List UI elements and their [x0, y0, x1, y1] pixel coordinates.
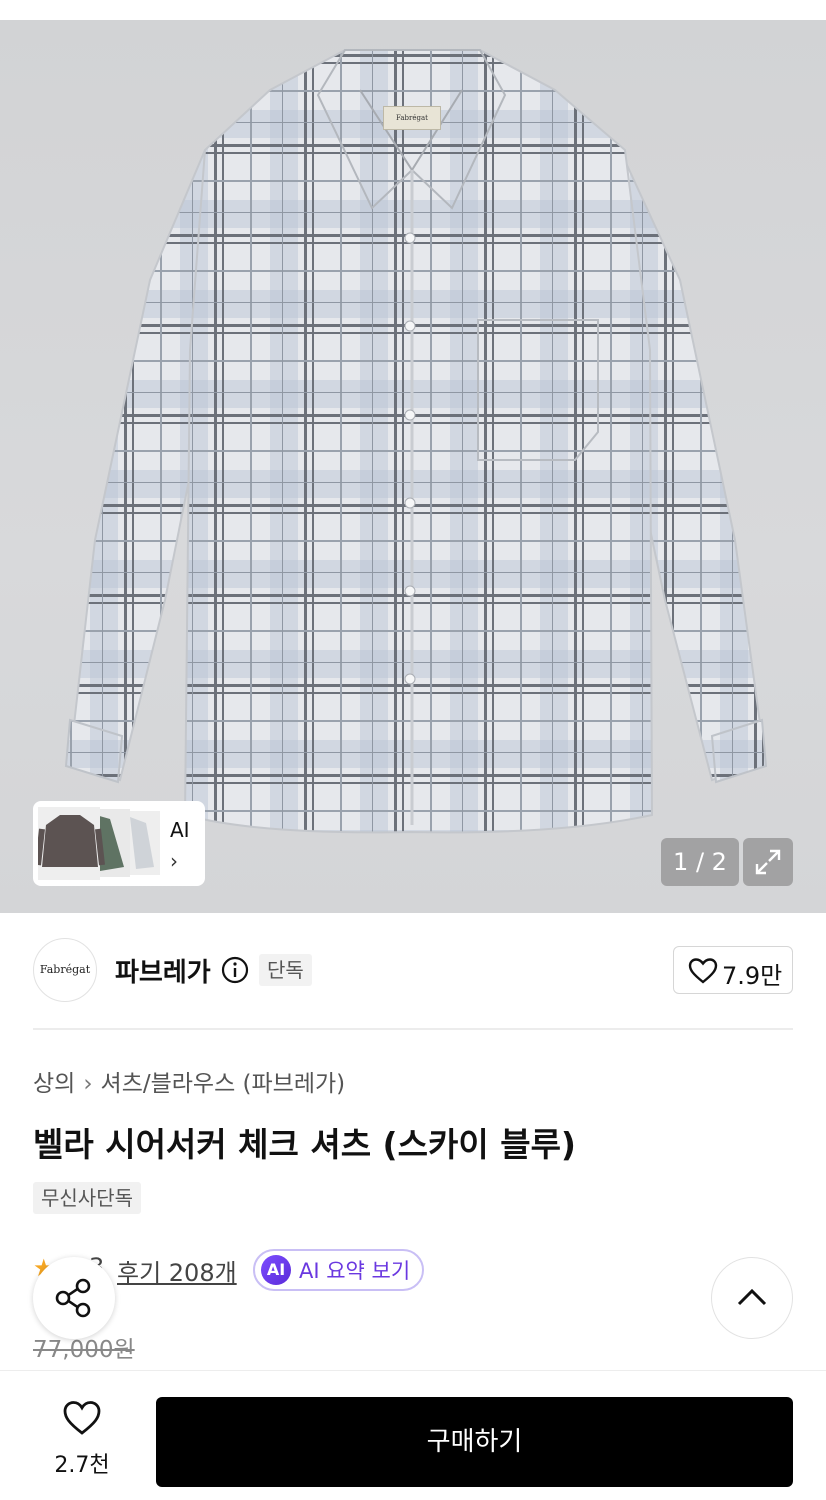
chevron-right-icon: ›: [170, 849, 178, 873]
ai-similar-products-card[interactable]: AI ›: [33, 801, 205, 886]
breadcrumb: 상의 › 셔츠/블라우스 (파브레가): [33, 1064, 345, 1098]
product-like-count: 2.7천: [54, 1453, 110, 1478]
breadcrumb-item-top[interactable]: 상의: [33, 1071, 75, 1097]
expand-icon: [755, 849, 781, 875]
breadcrumb-separator-icon: ›: [83, 1071, 93, 1097]
bottom-action-bar: 2.7천 구매하기: [0, 1370, 826, 1500]
brand-like-count: 7.9만: [722, 962, 783, 990]
brand-like-button[interactable]: 7.9만: [673, 946, 793, 994]
heart-icon: [63, 1401, 101, 1435]
ai-label: AI: [170, 818, 190, 842]
similar-product-thumbnails: [38, 807, 160, 880]
buy-button[interactable]: 구매하기: [156, 1397, 793, 1487]
product-tag: 무신사단독: [33, 1182, 141, 1214]
reviews-link[interactable]: 후기 208개: [117, 1253, 237, 1288]
brand-row: Fabrégat 파브레가 단독 7.9만: [33, 938, 793, 1004]
brand-name[interactable]: 파브레가: [115, 952, 211, 989]
share-icon: [55, 1278, 91, 1318]
ai-summary-label: AI 요약 보기: [299, 1259, 411, 1283]
divider: [33, 1028, 793, 1030]
heart-icon: [688, 958, 718, 984]
product-image-gallery[interactable]: Fabrégat AI › 1 / 2: [0, 20, 826, 913]
product-image-shirt: [64, 49, 768, 834]
product-title: 벨라 시어서커 체크 셔츠 (스카이 블루): [33, 1125, 577, 1164]
chevron-up-icon: [737, 1288, 767, 1306]
share-button[interactable]: [33, 1257, 115, 1339]
product-like-button[interactable]: 2.7천: [40, 1399, 124, 1479]
expand-image-button[interactable]: [743, 838, 793, 886]
garment-brand-label: Fabrégat: [383, 106, 441, 130]
info-icon[interactable]: [221, 956, 249, 984]
brand-logo[interactable]: Fabrégat: [33, 938, 97, 1002]
ai-summary-icon: AI: [261, 1255, 291, 1285]
status-bar-area: [0, 0, 826, 20]
breadcrumb-item-shirts[interactable]: 셔츠/블라우스 (파브레가): [101, 1071, 346, 1097]
ai-summary-button[interactable]: AI AI 요약 보기: [253, 1249, 425, 1291]
exclusive-badge: 단독: [259, 954, 312, 986]
scroll-to-top-button[interactable]: [711, 1257, 793, 1339]
image-page-indicator: 1 / 2: [661, 838, 739, 886]
